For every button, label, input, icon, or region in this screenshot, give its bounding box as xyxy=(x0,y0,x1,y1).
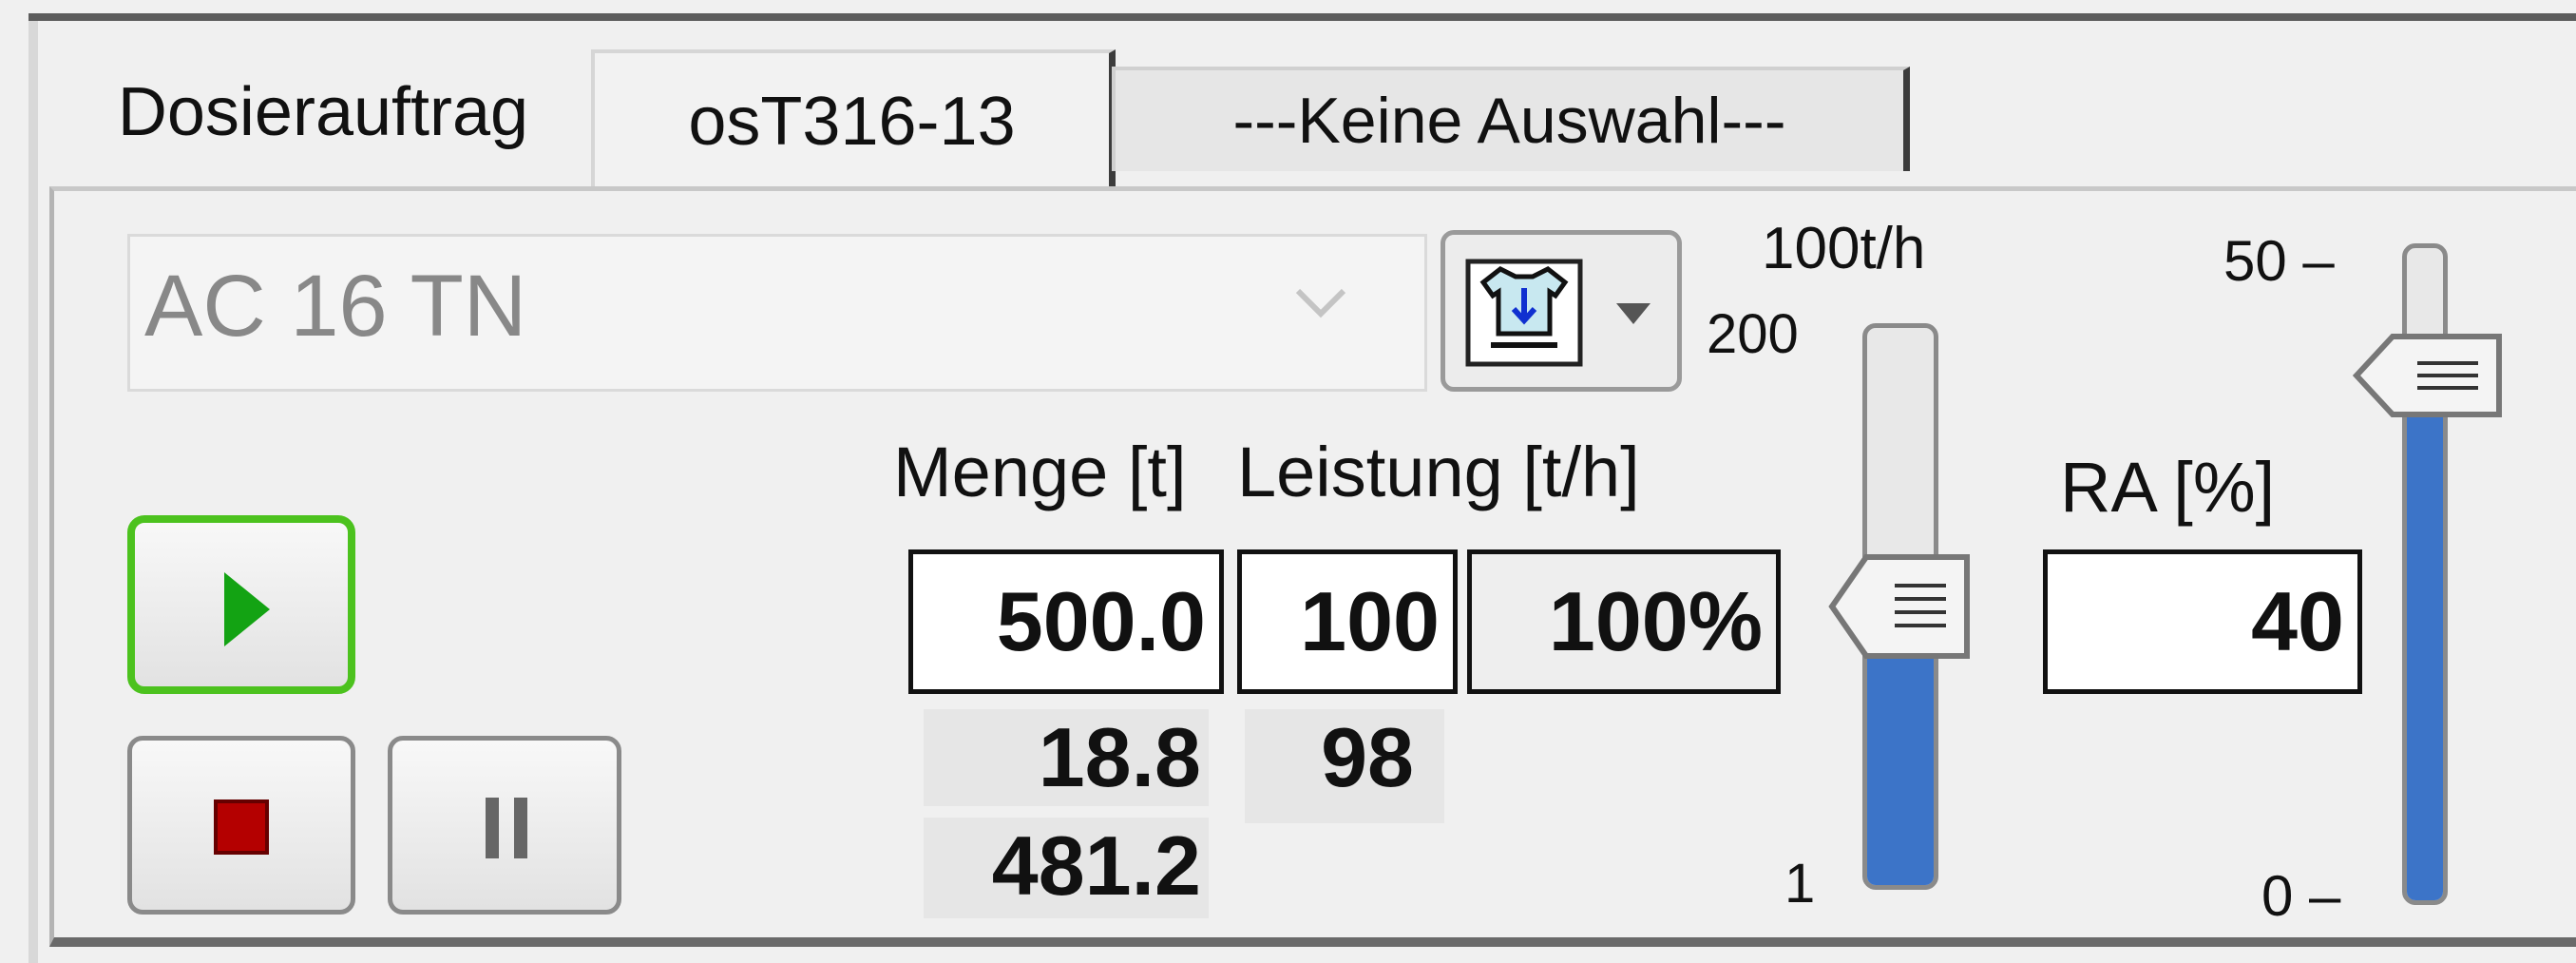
leistung-actual-value: 98 xyxy=(1245,709,1444,823)
leistung-setpoint-field[interactable]: 100 xyxy=(1237,549,1458,694)
ra-setpoint-field[interactable]: 40 xyxy=(2043,549,2362,694)
pause-icon xyxy=(478,794,535,862)
recipe-menu-button[interactable] xyxy=(1441,230,1682,392)
ra-slider-max-label: 50 – xyxy=(2223,229,2335,293)
leistung-percent-field[interactable]: 100% xyxy=(1467,549,1781,694)
recipe-select-icon xyxy=(1462,256,1586,370)
leistung-label: Leistung [t/h] xyxy=(1237,433,1640,511)
ra-slider-min-label: 0 – xyxy=(2261,864,2341,928)
chevron-down-icon[interactable] xyxy=(1283,266,1359,342)
stop-button[interactable] xyxy=(127,736,355,915)
tab-ost316-13[interactable]: osT316-13 xyxy=(591,49,1116,190)
window-top-border xyxy=(29,13,2576,21)
ra-slider-fill xyxy=(2407,378,2443,900)
leistung-slider-max-label: 200 xyxy=(1707,303,1799,365)
leistung-slider-thumb[interactable] xyxy=(1828,551,1973,662)
tab-dosierauftrag[interactable]: Dosierauftrag xyxy=(76,65,570,160)
menge-remaining-value: 481.2 xyxy=(924,818,1209,918)
window-left-border xyxy=(29,21,38,963)
pause-button[interactable] xyxy=(388,736,621,915)
start-button[interactable] xyxy=(127,515,355,694)
menge-label: Menge [t] xyxy=(893,433,1187,511)
ra-label: RA [%] xyxy=(2060,448,2276,527)
play-icon xyxy=(219,567,276,652)
recipe-combobox-value: AC 16 TN xyxy=(144,258,527,355)
tab-keine-auswahl[interactable]: ---Keine Auswahl--- xyxy=(1112,67,1910,171)
leistung-slider-min-label: 1 xyxy=(1784,853,1816,915)
menge-actual-value: 18.8 xyxy=(924,709,1209,806)
menge-setpoint-field[interactable]: 500.0 xyxy=(908,549,1224,694)
leistung-slider-top-label: 100t/h xyxy=(1762,216,1926,281)
ra-slider-thumb[interactable] xyxy=(2352,331,2505,420)
stop-icon xyxy=(214,799,269,855)
caret-down-icon xyxy=(1612,296,1654,334)
